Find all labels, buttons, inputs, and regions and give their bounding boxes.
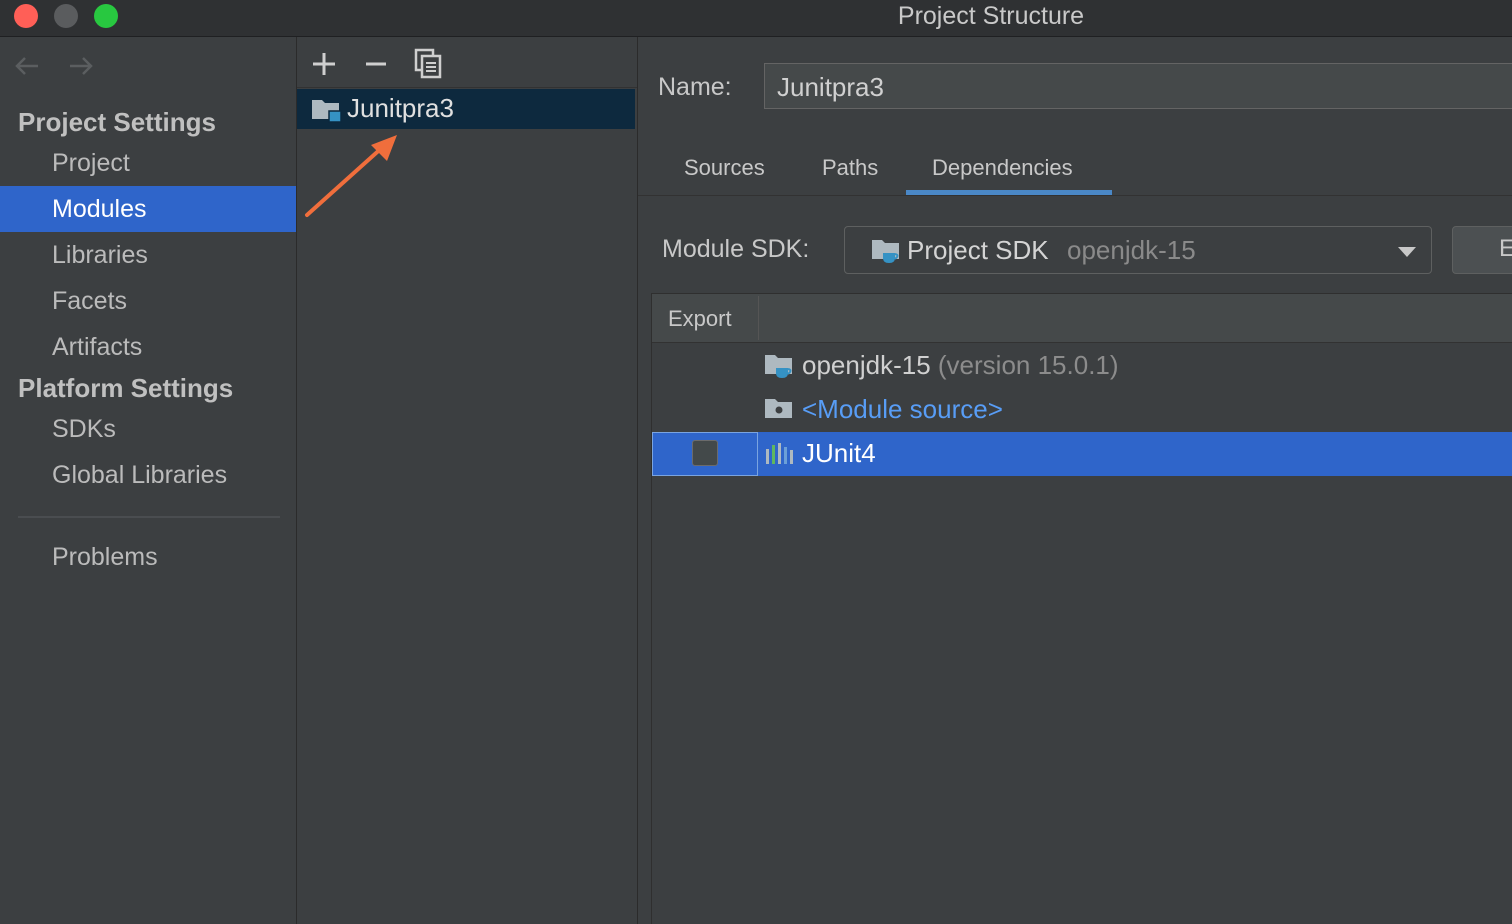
module-tabs: Sources Paths Dependencies (638, 147, 1512, 196)
module-source-link[interactable]: <Module source> (802, 394, 1003, 425)
dependencies-table-header: Export (652, 294, 1512, 343)
table-row[interactable]: <Module source> (652, 388, 1512, 432)
sidebar-divider (18, 516, 280, 518)
sidebar-item-modules[interactable]: Modules (0, 186, 296, 232)
library-icon (764, 440, 796, 473)
sidebar-item-facets[interactable]: Facets (0, 278, 296, 324)
dependency-name: openjdk-15 (802, 350, 931, 380)
annotation-arrow-icon (305, 135, 397, 217)
project-structure-window: Project Structure Project Settings Proje… (0, 0, 1512, 924)
dependency-name: JUnit4 (802, 438, 876, 468)
active-tab-indicator (906, 190, 1112, 195)
module-sdk-dropdown[interactable]: Project SDK openjdk-15 (844, 226, 1432, 274)
module-details-panel: Name: Junitpra3 Sources Paths Dependenci… (638, 37, 1512, 924)
sidebar-item-sdks[interactable]: SDKs (0, 406, 296, 452)
table-row[interactable]: JUnit4 (652, 432, 1512, 476)
back-arrow-icon[interactable] (12, 51, 42, 81)
jdk-folder-icon (871, 237, 903, 270)
sidebar-item-global-libraries[interactable]: Global Libraries (0, 452, 296, 498)
tab-dependencies[interactable]: Dependencies (932, 155, 1073, 181)
export-column-header[interactable]: Export (668, 306, 732, 332)
table-row[interactable]: openjdk-15 (version 15.0.1) (652, 344, 1512, 388)
sdk-selected-value: Project SDK (907, 235, 1049, 265)
settings-sidebar: Project Settings Project Modules Librari… (0, 37, 297, 924)
plus-icon[interactable] (307, 47, 341, 81)
export-checkbox[interactable] (692, 440, 718, 466)
sidebar-item-artifacts[interactable]: Artifacts (0, 324, 296, 370)
dependencies-table: Export openjdk-15 (version 15.0.1) <Modu… (651, 293, 1512, 924)
modules-toolbar (297, 37, 637, 88)
chevron-down-icon (1397, 245, 1417, 263)
source-folder-icon (764, 396, 796, 429)
sdk-selected-version: openjdk-15 (1067, 235, 1196, 265)
name-label: Name: (658, 73, 732, 101)
copy-icon[interactable] (411, 47, 445, 81)
window-title: Project Structure (897, 2, 1085, 30)
title-bar: Project Structure (0, 0, 1512, 37)
module-item-junitpra3[interactable]: Junitpra3 (297, 89, 635, 129)
module-folder-icon (311, 97, 343, 128)
sidebar-item-project[interactable]: Project (0, 140, 296, 186)
modules-panel: Junitpra3 (297, 37, 638, 924)
platform-settings-heading: Platform Settings (18, 373, 234, 403)
sidebar-item-problems[interactable]: Problems (0, 534, 296, 580)
jdk-folder-icon (764, 352, 796, 385)
minus-icon[interactable] (359, 47, 393, 81)
edit-sdk-button[interactable]: E (1452, 226, 1512, 274)
column-separator (758, 296, 759, 340)
sidebar-item-libraries[interactable]: Libraries (0, 232, 296, 278)
tab-paths[interactable]: Paths (822, 155, 878, 181)
module-name-field[interactable]: Junitpra3 (764, 63, 1512, 109)
project-settings-heading: Project Settings (18, 107, 216, 137)
forward-arrow-icon[interactable] (66, 51, 96, 81)
dependency-version: (version 15.0.1) (937, 350, 1119, 380)
module-sdk-label: Module SDK: (662, 235, 810, 263)
module-name: Junitpra3 (347, 93, 454, 123)
tab-sources[interactable]: Sources (684, 155, 765, 181)
